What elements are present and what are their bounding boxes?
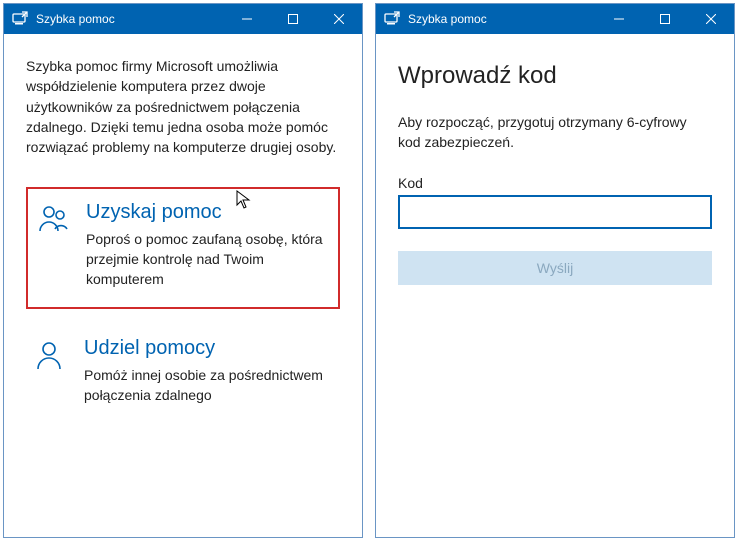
lead-text: Aby rozpocząć, przygotuj otrzymany 6-cyf… <box>398 112 712 153</box>
close-button[interactable] <box>688 4 734 34</box>
code-input[interactable] <box>398 195 712 229</box>
intro-text: Szybka pomoc firmy Microsoft umożliwia w… <box>26 56 340 157</box>
app-icon <box>12 11 28 27</box>
close-button[interactable] <box>316 4 362 34</box>
quick-assist-window-left: Szybka pomoc Szybka pomoc firmy Microsof… <box>3 3 363 538</box>
minimize-button[interactable] <box>224 4 270 34</box>
minimize-button[interactable] <box>596 4 642 34</box>
titlebar: Szybka pomoc <box>4 4 362 34</box>
people-icon <box>36 201 72 240</box>
maximize-button[interactable] <box>270 4 316 34</box>
quick-assist-window-right: Szybka pomoc Wprowadź kod Aby rozpocząć,… <box>375 3 735 538</box>
give-assistance-option[interactable]: Udziel pomocy Pomóż innej osobie za pośr… <box>26 325 340 423</box>
app-icon <box>384 11 400 27</box>
give-assistance-desc: Pomóż innej osobie za pośrednictwem połą… <box>84 366 332 405</box>
window-title: Szybka pomoc <box>408 12 596 26</box>
window-body: Szybka pomoc firmy Microsoft umożliwia w… <box>4 34 362 537</box>
person-icon <box>34 337 70 376</box>
window-title: Szybka pomoc <box>36 12 224 26</box>
page-heading: Wprowadź kod <box>398 62 712 90</box>
send-button[interactable]: Wyślij <box>398 251 712 285</box>
get-assistance-title: Uzyskaj pomoc <box>86 201 330 224</box>
maximize-button[interactable] <box>642 4 688 34</box>
give-assistance-title: Udziel pomocy <box>84 337 332 360</box>
get-assistance-desc: Poproś o pomoc zaufaną osobę, która prze… <box>86 230 330 289</box>
window-body: Wprowadź kod Aby rozpocząć, przygotuj ot… <box>376 34 734 537</box>
titlebar: Szybka pomoc <box>376 4 734 34</box>
code-label: Kod <box>398 175 712 191</box>
get-assistance-option[interactable]: Uzyskaj pomoc Poproś o pomoc zaufaną oso… <box>26 187 340 309</box>
